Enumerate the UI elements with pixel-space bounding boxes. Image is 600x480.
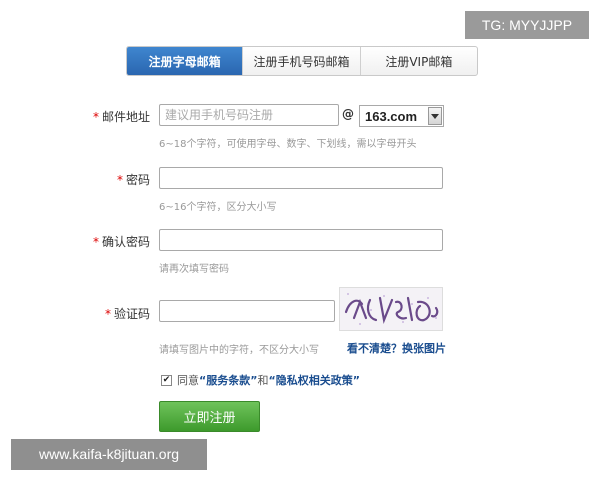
tg-badge: TG: MYYJJPP [465, 11, 589, 39]
watermark: www.kaifa-k8jituan.org [11, 439, 207, 470]
confirm-password-label-text: 确认密码 [101, 235, 150, 249]
captcha-glyphs [344, 293, 439, 325]
register-button[interactable]: 立即注册 [159, 401, 260, 432]
email-label: * 邮件地址 [30, 108, 150, 125]
email-input[interactable] [159, 104, 339, 126]
required-mark: * [92, 235, 99, 249]
tab-vip-email[interactable]: 注册VIP邮箱 [359, 47, 477, 75]
captcha-label-text: 验证码 [113, 307, 150, 321]
password-input[interactable] [159, 167, 443, 189]
chevron-down-icon[interactable] [428, 107, 442, 125]
password-label: * 密码 [30, 171, 150, 188]
password-hint: 6~16个字符，区分大小写 [159, 202, 277, 213]
refresh-captcha-link[interactable]: 看不清楚？换张图片 [347, 340, 446, 356]
required-mark: * [104, 307, 111, 321]
at-sign: @ [342, 107, 354, 121]
email-hint: 6~18个字符，可使用字母、数字、下划线，需以字母开头 [159, 139, 417, 150]
confirm-password-hint: 请再次填写密码 [159, 264, 229, 275]
captcha-hint: 请填写图片中的字符，不区分大小写 [159, 345, 319, 356]
domain-select-value: 163.com [365, 108, 418, 124]
password-label-text: 密码 [125, 173, 150, 187]
required-mark: * [116, 173, 123, 187]
tab-bar: 注册字母邮箱 注册手机号码邮箱 注册VIP邮箱 [126, 46, 478, 76]
privacy-link[interactable]: “隐私权相关政策” [268, 372, 359, 388]
confirm-password-input[interactable] [159, 229, 443, 251]
confirm-password-label: * 确认密码 [30, 233, 150, 250]
tab-mobile-email[interactable]: 注册手机号码邮箱 [242, 47, 359, 75]
terms-link[interactable]: “服务条款” [199, 372, 257, 388]
agreement-row: ✔ 同意 “服务条款” 和 “隐私权相关政策” [161, 372, 360, 388]
agree-and: 和 [257, 374, 269, 387]
captcha-label: * 验证码 [30, 305, 150, 322]
agree-prefix: 同意 [177, 374, 199, 387]
agree-checkbox[interactable]: ✔ [161, 374, 172, 386]
email-label-text: 邮件地址 [101, 110, 150, 124]
required-mark: * [92, 110, 99, 124]
domain-select[interactable]: 163.com [359, 105, 444, 127]
captcha-image[interactable] [339, 287, 443, 331]
tab-letter-email[interactable]: 注册字母邮箱 [127, 47, 243, 75]
captcha-input[interactable] [159, 300, 335, 322]
